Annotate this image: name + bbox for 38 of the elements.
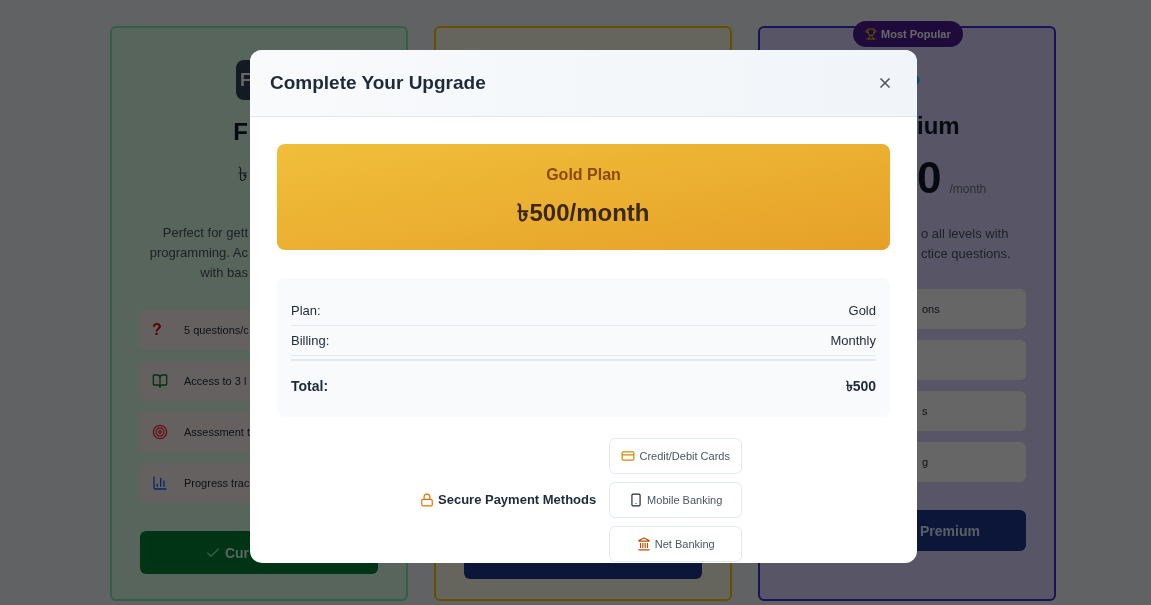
payment-method-button[interactable]: Net Banking [609, 526, 743, 562]
feature-text: g [922, 454, 929, 470]
popular-badge: Most Popular [853, 21, 963, 47]
credit-card-icon [621, 449, 636, 463]
plan-title: ium [917, 111, 960, 141]
plan-name: Gold Plan [546, 165, 621, 185]
payment-methods-heading: Secure Payment Methods [420, 490, 597, 510]
feature-text: ons [922, 301, 940, 317]
trophy-icon [865, 28, 877, 40]
target-icon [152, 424, 168, 440]
plan-title: F [233, 117, 248, 147]
summary-label: Billing: [291, 331, 330, 350]
summary-value: Monthly [830, 331, 876, 350]
feature-text: Assessment t [184, 424, 251, 440]
summary-label: Plan: [291, 301, 321, 320]
plan-price: 0 [917, 154, 942, 202]
phone-icon [629, 493, 644, 507]
plan-price: ৳500/month [517, 198, 650, 228]
question-mark-icon: ? [152, 318, 168, 342]
plan-description: Perfect for gett [162, 224, 248, 242]
plan-description: o all levels with [921, 225, 1009, 243]
plan-description: ctice questions. [921, 245, 1011, 263]
feature-text: Access to 3 l [184, 373, 247, 389]
plan-description: programming. Ac [149, 244, 248, 262]
plan-price: ৳ [238, 162, 248, 187]
summary-value: Gold [848, 301, 876, 320]
total-label: Total: [291, 377, 329, 396]
lock-icon [420, 493, 434, 507]
payment-method-button[interactable]: Credit/Debit Cards [609, 438, 743, 474]
total-value: ৳500 [845, 377, 876, 396]
bank-icon [636, 537, 651, 551]
feature-text: s [922, 403, 928, 419]
close-icon [877, 75, 893, 91]
bar-chart-icon [152, 475, 168, 491]
feature-text: 5 questions/c [184, 322, 249, 338]
feature-text: Progress trac [184, 475, 250, 491]
plan-description: with bas [200, 264, 248, 282]
payment-method-button[interactable]: Mobile Banking [609, 482, 743, 518]
